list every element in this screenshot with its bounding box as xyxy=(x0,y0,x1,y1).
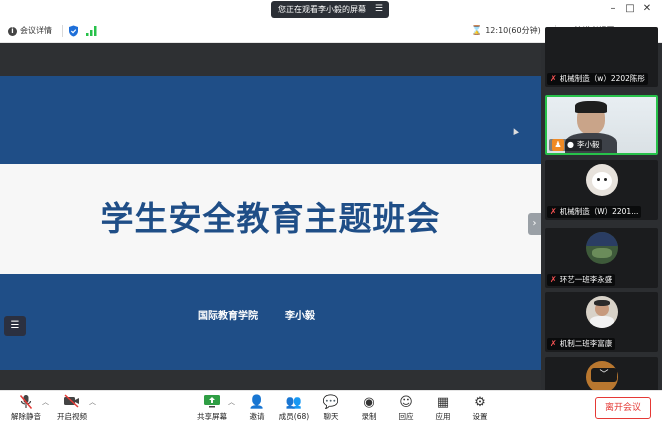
participant-name: 环艺一班李永盛 xyxy=(559,275,613,284)
participant-tile[interactable]: ✗ 环艺一班李永盛 xyxy=(545,228,658,288)
share-screen-button[interactable]: 共享屏幕 xyxy=(192,394,232,426)
slide-author: 李小毅 xyxy=(285,311,315,322)
apps-label: 应用 xyxy=(435,412,451,421)
slide-bottom-band xyxy=(0,274,541,370)
mic-muted-icon: ✗ xyxy=(550,207,557,216)
shared-screen: 学生安全教育主题班会 国际教育学院 李小毅 ☰ › xyxy=(0,43,541,390)
slide-title: 学生安全教育主题班会 xyxy=(100,199,441,238)
leave-meeting-button[interactable]: 离开会议 xyxy=(595,397,651,419)
participant-gallery: ︿ ✗ 机械制造（w）2202陈彤 ♟ ● 李小毅 xyxy=(541,27,662,397)
video-options-chevron-icon[interactable]: ︿ xyxy=(89,397,96,407)
shield-icon xyxy=(69,25,78,37)
divider xyxy=(62,25,63,37)
collapse-gallery-button[interactable]: › xyxy=(528,213,541,235)
record-button[interactable]: ◉ 录制 xyxy=(349,394,389,426)
apps-button[interactable]: ▦ 应用 xyxy=(423,394,463,426)
participant-tile[interactable]: ✗ 机械制造（W）2201... xyxy=(545,160,658,220)
slide-organization: 国际教育学院 xyxy=(198,311,258,322)
share-screen-label: 共享屏幕 xyxy=(197,412,227,421)
record-icon: ◉ xyxy=(363,395,375,410)
unmute-button[interactable]: 解除静音 xyxy=(6,394,46,426)
host-icon: ♟ xyxy=(552,139,564,151)
participant-label: ✗ 机械制造（w）2202陈彤 xyxy=(547,73,648,85)
participant-name: 李小毅 xyxy=(576,140,600,149)
share-screen-icon xyxy=(192,394,232,412)
members-label: 成员(68) xyxy=(278,412,310,421)
presentation-slide: 学生安全教育主题班会 xyxy=(0,76,541,370)
share-status-text: 您正在观看李小毅的屏幕 xyxy=(278,5,366,14)
stop-share-icon[interactable]: ☰ xyxy=(375,1,383,18)
add-user-icon: 👤 xyxy=(248,395,266,410)
hourglass-icon: ⌛ xyxy=(471,26,483,36)
participant-avatar xyxy=(586,232,618,264)
slide-menu-button[interactable]: ☰ xyxy=(4,316,26,336)
settings-label: 设置 xyxy=(472,412,488,421)
screen-share-status[interactable]: 您正在观看李小毅的屏幕 ☰ xyxy=(271,1,389,18)
title-bar: 您正在观看李小毅的屏幕 ☰ – □ ✕ xyxy=(0,0,662,19)
audio-options-chevron-icon[interactable]: ︿ xyxy=(42,397,49,407)
timer-text: 12:10(60分钟) xyxy=(485,26,541,35)
chat-label: 聊天 xyxy=(323,412,339,421)
participant-name: 机械制造（W）2201... xyxy=(559,207,639,216)
participant-name: 机制二班李富康 xyxy=(559,339,613,348)
members-icon: 👥 xyxy=(285,395,303,410)
participant-label: ✗ 机制二班李富康 xyxy=(547,338,616,350)
signal-icon xyxy=(86,26,97,36)
participant-tile[interactable]: ✗ 机制二班李富康 xyxy=(545,292,658,352)
reactions-button[interactable]: ☺ 回应 xyxy=(386,394,426,426)
meeting-details-label: 会议详情 xyxy=(20,26,52,35)
camera-off-icon xyxy=(52,394,92,412)
share-options-chevron-icon[interactable]: ︿ xyxy=(228,397,235,407)
unmute-label: 解除静音 xyxy=(11,412,41,421)
meeting-details-button[interactable]: i 会议详情 xyxy=(8,19,52,43)
invite-button[interactable]: 👤 邀请 xyxy=(237,394,277,426)
mic-icon: ● xyxy=(567,140,574,149)
settings-button[interactable]: ⚙ 设置 xyxy=(460,394,500,426)
participant-avatar xyxy=(586,296,618,328)
chat-button[interactable]: 💬 聊天 xyxy=(311,394,351,426)
maximize-button[interactable]: □ xyxy=(623,2,637,16)
security-indicator[interactable] xyxy=(68,19,79,43)
network-status[interactable] xyxy=(86,19,98,43)
chat-icon: 💬 xyxy=(322,395,340,410)
participant-label: ✗ 机械制造（W）2201... xyxy=(547,206,642,218)
meeting-window: 您正在观看李小毅的屏幕 ☰ – □ ✕ i 会议详情 ⌛ 12:10(60分钟)… xyxy=(0,0,662,426)
scroll-down-button[interactable]: ﹀ xyxy=(591,368,617,382)
emoji-icon: ☺ xyxy=(399,395,413,410)
mic-muted-icon: ✗ xyxy=(550,275,557,284)
participant-tile-active[interactable]: ♟ ● 李小毅 xyxy=(545,95,658,155)
meeting-timer[interactable]: ⌛ 12:10(60分钟) xyxy=(471,19,541,43)
meeting-controls: 解除静音 ︿ 开启视频 ︿ 共享屏幕 ︿ 👤 邀请 👥 成员(68) 💬 聊天 … xyxy=(0,390,662,426)
mic-muted-icon: ✗ xyxy=(550,74,557,83)
gear-icon: ⚙ xyxy=(474,395,486,410)
participant-label: ♟ ● 李小毅 xyxy=(549,139,603,151)
reactions-label: 回应 xyxy=(398,412,414,421)
start-video-label: 开启视频 xyxy=(57,412,87,421)
invite-label: 邀请 xyxy=(249,412,265,421)
mic-muted-icon xyxy=(6,394,46,412)
close-button[interactable]: ✕ xyxy=(640,2,654,16)
participant-name: 机械制造（w）2202陈彤 xyxy=(559,74,645,83)
apps-grid-icon: ▦ xyxy=(436,395,450,410)
slide-top-band xyxy=(0,76,541,164)
participant-avatar xyxy=(586,164,618,196)
start-video-button[interactable]: 开启视频 xyxy=(52,394,92,426)
participant-label: ✗ 环艺一班李永盛 xyxy=(547,274,616,286)
minimize-button[interactable]: – xyxy=(606,2,620,16)
info-icon: i xyxy=(8,26,17,36)
mic-muted-icon: ✗ xyxy=(550,339,557,348)
participant-tile[interactable]: ✗ 机械制造（w）2202陈彤 xyxy=(545,27,658,87)
members-button[interactable]: 👥 成员(68) xyxy=(274,394,314,426)
record-label: 录制 xyxy=(361,412,377,421)
